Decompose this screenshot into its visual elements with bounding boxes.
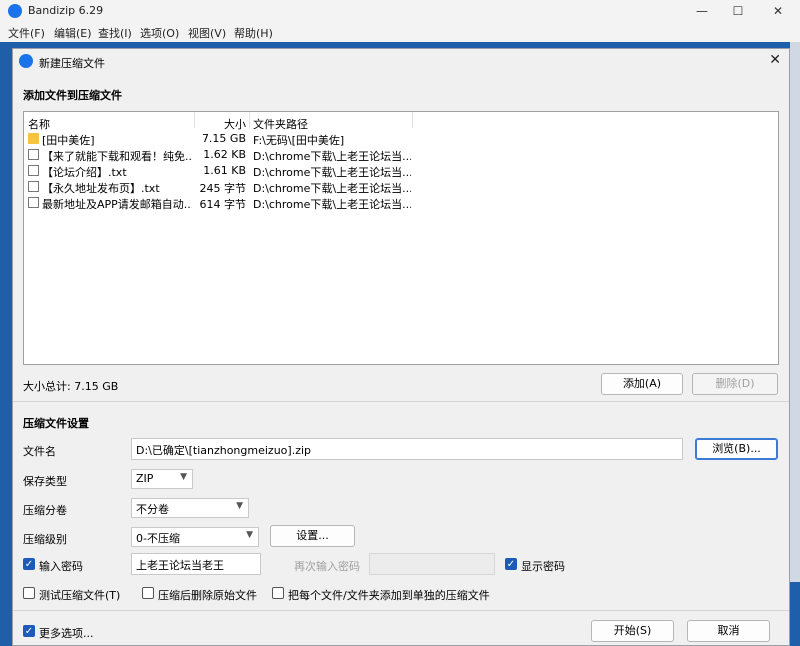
reenter-password-input xyxy=(369,553,495,575)
section-divider xyxy=(13,401,789,402)
app-title: Bandizip 6.29 xyxy=(28,4,104,17)
menu-help[interactable]: 帮助(H) xyxy=(234,25,273,41)
compression-settings-button[interactable]: 设置... xyxy=(270,525,355,547)
show-password-label[interactable]: 显示密码 xyxy=(521,558,565,574)
chevron-down-icon: ▼ xyxy=(236,501,243,511)
file-row[interactable]: 【来了就能下载和观看！纯免... 1.62 KB D:\chrome下载\上老王… xyxy=(24,146,778,163)
file-size: 7.15 GB xyxy=(201,132,246,145)
text-file-icon xyxy=(28,149,39,160)
file-row[interactable]: [田中美佐] 7.15 GB F:\无码\[田中美佐] xyxy=(24,130,778,147)
dialog-close-button[interactable]: ✕ xyxy=(769,52,781,68)
save-type-select[interactable]: ZIP ▼ xyxy=(131,469,193,489)
file-size: 614 字节 xyxy=(199,198,247,211)
text-file-icon xyxy=(28,181,39,192)
file-size: 1.62 KB xyxy=(203,148,246,161)
bandizip-logo-icon xyxy=(8,4,22,18)
folder-icon xyxy=(28,133,39,144)
split-label: 压缩分卷 xyxy=(23,504,67,517)
text-file-icon xyxy=(28,197,39,208)
dialog-title: 新建压缩文件 xyxy=(39,57,105,70)
browse-button[interactable]: 浏览(B)... xyxy=(695,438,778,460)
reenter-password-label: 再次输入密码 xyxy=(294,560,360,573)
close-window-button[interactable]: ✕ xyxy=(758,0,798,22)
test-archive-label[interactable]: 测试压缩文件(T) xyxy=(39,587,120,603)
cancel-button[interactable]: 取消 xyxy=(687,620,770,642)
app-titlebar: Bandizip 6.29 — ☐ ✕ xyxy=(0,0,800,22)
file-path: D:\chrome下载\上老王论坛当... xyxy=(253,198,411,211)
split-select[interactable]: 不分卷 ▼ xyxy=(131,498,249,518)
archive-settings-section-title: 压缩文件设置 xyxy=(23,417,89,430)
delete-button[interactable]: 删除(D) xyxy=(692,373,778,395)
file-list[interactable]: 名称 大小 文件夹路径 [田中美佐] 7.15 GB F:\无码\[田中美佐] … xyxy=(23,111,779,365)
minimize-button[interactable]: — xyxy=(682,0,722,22)
menu-view[interactable]: 视图(V) xyxy=(188,25,226,41)
chevron-down-icon: ▼ xyxy=(246,530,253,540)
main-window-content-edge xyxy=(790,42,800,582)
file-row[interactable]: 【论坛介绍】.txt 1.61 KB D:\chrome下载\上老王论坛当... xyxy=(24,162,778,179)
password-checkbox[interactable]: ✓ xyxy=(23,558,35,570)
total-size-label: 大小总计: 7.15 GB xyxy=(23,380,119,393)
password-checkbox-label[interactable]: 输入密码 xyxy=(39,558,83,574)
chevron-down-icon: ▼ xyxy=(180,472,187,482)
file-row[interactable]: 最新地址及APP请发邮箱自动... 614 字节 D:\chrome下载\上老王… xyxy=(24,194,778,211)
new-archive-dialog: 新建压缩文件 ✕ 添加文件到压缩文件 名称 大小 文件夹路径 [田中美佐] 7.… xyxy=(12,48,790,646)
text-file-icon xyxy=(28,165,39,176)
menu-options[interactable]: 选项(O) xyxy=(140,25,179,41)
compression-level-select[interactable]: 0-不压缩 ▼ xyxy=(131,527,259,547)
file-name: 最新地址及APP请发邮箱自动... xyxy=(42,198,192,211)
separate-archives-label[interactable]: 把每个文件/文件夹添加到单独的压缩文件 xyxy=(288,587,490,603)
compression-level-value: 0-不压缩 xyxy=(136,532,180,545)
column-divider[interactable] xyxy=(249,112,250,128)
section-divider xyxy=(13,610,789,611)
column-divider[interactable] xyxy=(194,112,195,128)
save-type-label: 保存类型 xyxy=(23,475,67,488)
test-archive-checkbox[interactable] xyxy=(23,587,35,599)
more-options-label[interactable]: 更多选项... xyxy=(39,625,94,641)
menu-file[interactable]: 文件(F) xyxy=(8,25,45,41)
add-files-section-title: 添加文件到压缩文件 xyxy=(23,89,122,102)
bandizip-dialog-icon xyxy=(19,54,33,68)
more-options-checkbox[interactable]: ✓ xyxy=(23,625,35,637)
add-button[interactable]: 添加(A) xyxy=(601,373,683,395)
maximize-button[interactable]: ☐ xyxy=(718,0,758,22)
split-value: 不分卷 xyxy=(136,503,169,516)
filename-input[interactable]: D:\已确定\[tianzhongmeizuo].zip xyxy=(131,438,683,460)
start-button[interactable]: 开始(S) xyxy=(591,620,674,642)
save-type-value: ZIP xyxy=(136,472,154,485)
menu-bar: 文件(F) 编辑(E) 查找(I) 选项(O) 视图(V) 帮助(H) xyxy=(0,22,800,42)
filename-label: 文件名 xyxy=(23,445,56,458)
delete-originals-checkbox[interactable] xyxy=(142,587,154,599)
column-divider[interactable] xyxy=(412,112,413,128)
separate-archives-checkbox[interactable] xyxy=(272,587,284,599)
delete-originals-label[interactable]: 压缩后删除原始文件 xyxy=(158,587,257,603)
dialog-titlebar: 新建压缩文件 ✕ xyxy=(13,49,789,73)
show-password-checkbox[interactable]: ✓ xyxy=(505,558,517,570)
file-size: 1.61 KB xyxy=(203,164,246,177)
password-input[interactable]: 上老王论坛当老王 xyxy=(131,553,261,575)
menu-edit[interactable]: 编辑(E) xyxy=(54,25,92,41)
menu-find[interactable]: 查找(I) xyxy=(98,25,132,41)
file-row[interactable]: 【永久地址发布页】.txt 245 字节 D:\chrome下载\上老王论坛当.… xyxy=(24,178,778,195)
compression-level-label: 压缩级别 xyxy=(23,533,67,546)
